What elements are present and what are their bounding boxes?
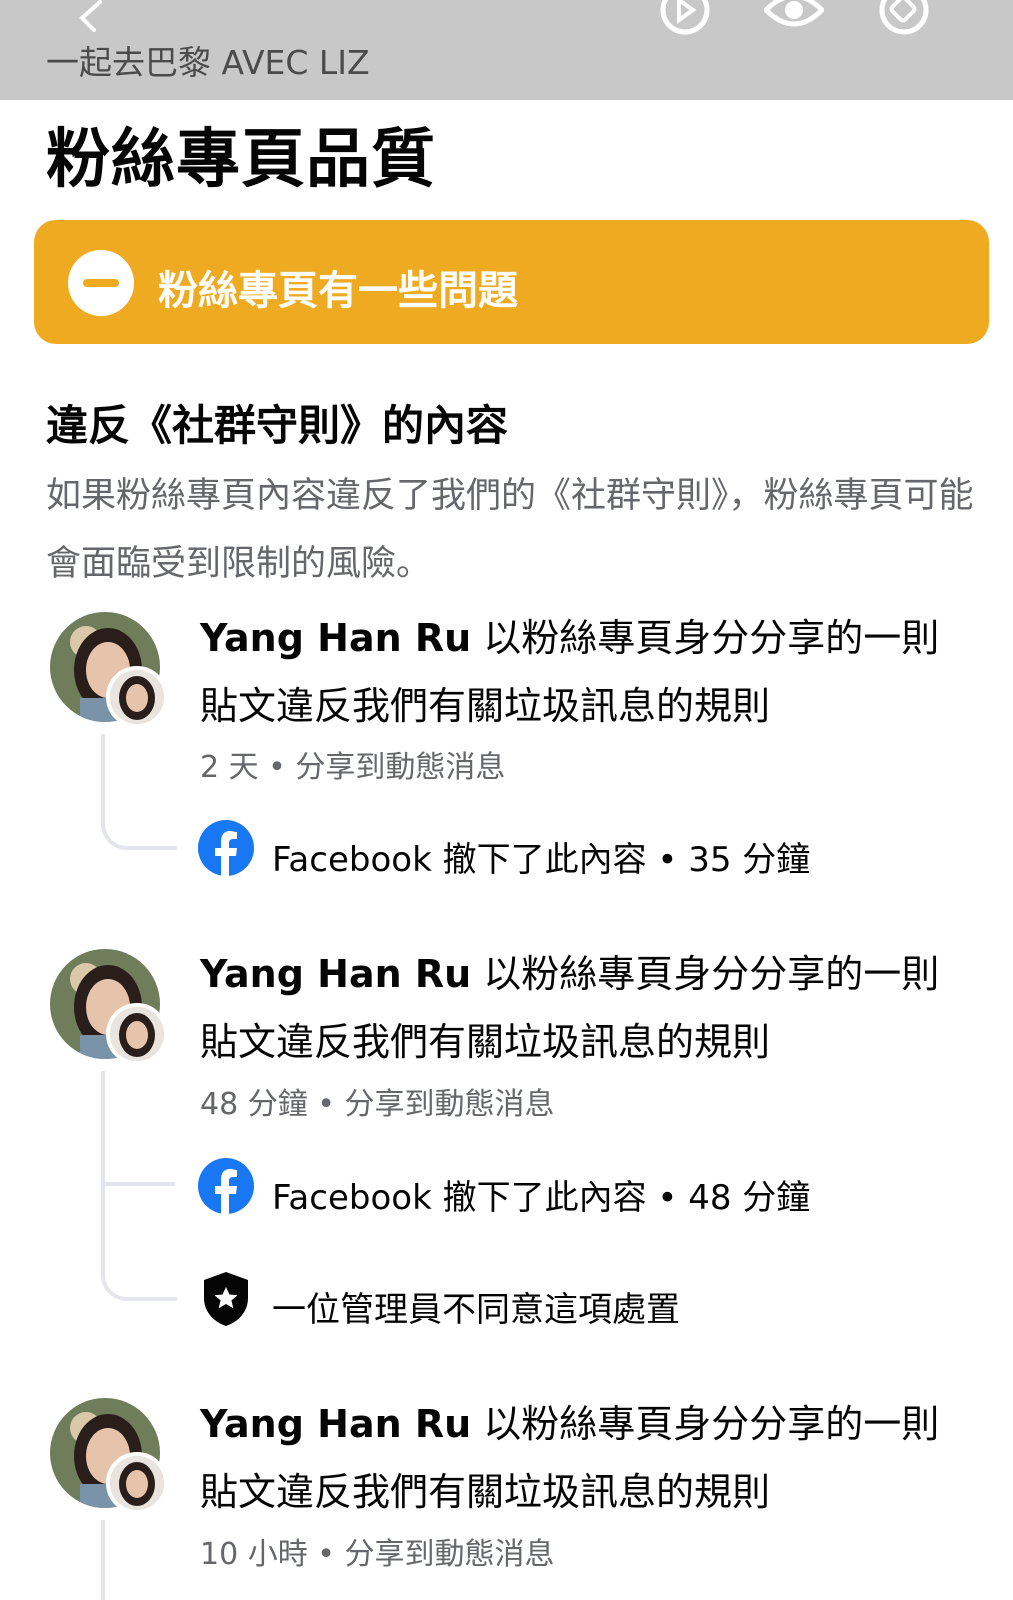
avatar	[106, 666, 168, 728]
violation-meta: 10 小時 • 分享到動態消息	[200, 1537, 555, 1572]
violation-meta: 48 分鐘 • 分享到動態消息	[200, 1087, 555, 1122]
page-name: 一起去巴黎 AVEC LIZ	[46, 43, 370, 82]
facebook-icon	[198, 820, 254, 876]
thread-line	[101, 734, 177, 850]
top-bar: 一起去巴黎 AVEC LIZ	[0, 0, 1013, 100]
chevron-left-icon[interactable]	[72, 0, 112, 36]
violation-text: Yang Han Ru 以粉絲專頁身分分享的一則貼文違反我們有關垃圾訊息的規則	[200, 616, 940, 728]
thread-line	[101, 1520, 105, 1600]
action-text: 一位管理員不同意這項處置	[272, 1290, 680, 1330]
action-text: Facebook 撤下了此內容 • 48 分鐘	[272, 1178, 811, 1218]
section-description: 如果粉絲專頁內容違反了我們的《社群守則》，粉絲專頁可能會面臨受到限制的風險。	[46, 476, 974, 584]
play-icon[interactable]	[655, 0, 715, 40]
status-banner-text: 粉絲專頁有一些問題	[158, 268, 518, 314]
avatar	[106, 1452, 168, 1514]
eye-icon[interactable]	[762, 0, 826, 40]
section-title: 違反《社群守則》的內容	[46, 401, 509, 450]
action-text: Facebook 撤下了此內容 • 35 分鐘	[272, 840, 811, 880]
thread-line	[101, 1071, 177, 1301]
violation-text: Yang Han Ru 以粉絲專頁身分分享的一則貼文違反我們有關垃圾訊息的規則	[200, 1402, 940, 1514]
facebook-icon	[198, 1158, 254, 1214]
status-banner[interactable]: 粉絲專頁有一些問題	[34, 220, 989, 344]
violation-meta: 2 天 • 分享到動態消息	[200, 750, 506, 785]
violation-text: Yang Han Ru 以粉絲專頁身分分享的一則貼文違反我們有關垃圾訊息的規則	[200, 952, 940, 1064]
author-name[interactable]: Yang Han Ru	[200, 1402, 471, 1446]
page-title: 粉絲專頁品質	[46, 123, 436, 197]
author-name[interactable]: Yang Han Ru	[200, 616, 471, 660]
author-name[interactable]: Yang Han Ru	[200, 952, 471, 996]
minus-circle-icon	[68, 250, 134, 316]
avatar	[106, 1003, 168, 1065]
tag-icon[interactable]	[874, 0, 934, 40]
shield-star-icon	[198, 1270, 254, 1326]
